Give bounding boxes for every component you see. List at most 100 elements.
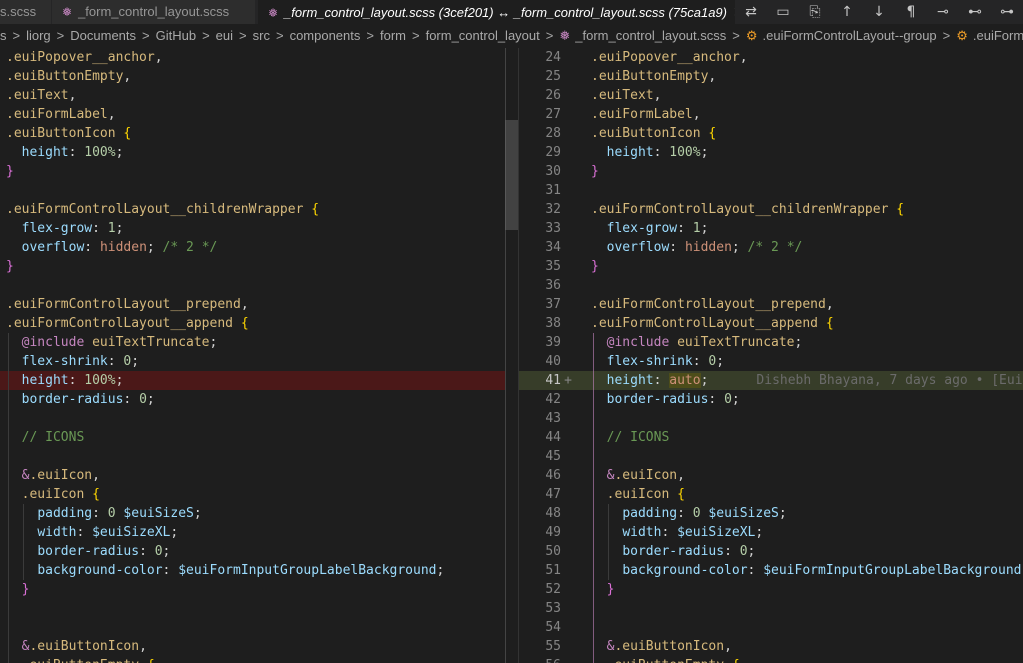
code-line[interactable]: .euiIcon { (0, 485, 505, 504)
open-file-icon[interactable]: ▭ (767, 0, 799, 24)
code-line[interactable] (0, 276, 505, 295)
code-line[interactable]: 28 .euiButtonIcon { (519, 124, 1023, 143)
breadcrumb-item[interactable]: eui (216, 28, 233, 43)
open-changes-icon[interactable]: ⎘ (799, 0, 831, 24)
diff-original-editor[interactable]: .euiPopover__anchor, .euiButtonEmpty, .eui… (0, 48, 505, 663)
deleted-code-line[interactable]: height: 100%; (0, 371, 505, 390)
breadcrumb-item[interactable]: src (253, 28, 270, 43)
code-line[interactable]: .euiButtonEmpty, (0, 67, 505, 86)
breadcrumb-item[interactable]: form_control_layout (426, 28, 540, 43)
code-line[interactable] (0, 181, 505, 200)
code-line[interactable]: @include euiTextTruncate; (0, 333, 505, 352)
breadcrumb-item[interactable]: s (0, 28, 7, 43)
code-line[interactable]: 26 .euiText, (519, 86, 1023, 105)
code-line[interactable]: 40 flex-shrink: 0; (519, 352, 1023, 371)
code-line[interactable]: // ICONS (0, 428, 505, 447)
breadcrumb-item[interactable]: .euiFormCont (973, 28, 1023, 43)
code-line[interactable]: .euiText, (0, 86, 505, 105)
diff-modified-editor[interactable]: 24 .euiPopover__anchor, 25 .euiButtonEmpty,… (519, 48, 1023, 663)
code-line[interactable]: border-radius: 0; (0, 390, 505, 409)
code-line[interactable]: 29 height: 100%; (519, 143, 1023, 162)
git-commit-icon[interactable]: ⊸ (927, 0, 959, 24)
code-line[interactable] (0, 599, 505, 618)
code-line[interactable]: 56 .euiButtonEmpty { (519, 656, 1023, 663)
code-text: .euiButtonEmpty, (6, 69, 132, 84)
breadcrumb-item[interactable]: components (290, 28, 361, 43)
code-line[interactable]: 37 .euiFormControlLayout__prepend, (519, 295, 1023, 314)
code-line[interactable]: 50 border-radius: 0; (519, 542, 1023, 561)
code-line[interactable]: 42 border-radius: 0; (519, 390, 1023, 409)
code-line[interactable]: padding: 0 $euiSizeS; (0, 504, 505, 523)
code-line[interactable]: 45 (519, 447, 1023, 466)
code-line[interactable] (0, 447, 505, 466)
code-line[interactable]: 39 @include euiTextTruncate; (519, 333, 1023, 352)
code-line[interactable]: 24 .euiPopover__anchor, (519, 48, 1023, 67)
code-line[interactable]: 36 (519, 276, 1023, 295)
code-line[interactable]: .euiFormControlLayout__append { (0, 314, 505, 333)
code-line[interactable]: .euiFormLabel, (0, 105, 505, 124)
code-line[interactable]: 27 .euiFormLabel, (519, 105, 1023, 124)
code-line[interactable]: 33 flex-grow: 1; (519, 219, 1023, 238)
code-line[interactable]: .euiButtonIcon { (0, 124, 505, 143)
breadcrumb-item[interactable]: liorg (26, 28, 51, 43)
git-compare-icon[interactable]: ⇄ (735, 0, 767, 24)
line-number: 41 (545, 373, 561, 388)
code-line[interactable]: 44 // ICONS (519, 428, 1023, 447)
code-line[interactable]: 30} (519, 162, 1023, 181)
code-text: border-radius: 0; (622, 544, 756, 559)
code-line[interactable]: 43 (519, 409, 1023, 428)
code-line[interactable]: height: 100%; (0, 143, 505, 162)
code-line[interactable]: flex-shrink: 0; (0, 352, 505, 371)
breadcrumb-item[interactable]: Documents (70, 28, 136, 43)
code-line[interactable]: 46 &.euiIcon, (519, 466, 1023, 485)
code-line[interactable]: 51 background-color: $euiFormInputGroupL… (519, 561, 1023, 580)
code-line[interactable] (0, 409, 505, 428)
code-line[interactable]: &.euiIcon, (0, 466, 505, 485)
code-line[interactable]: .euiPopover__anchor, (0, 48, 505, 67)
code-line[interactable]: } (0, 162, 505, 181)
line-number: 47 (545, 487, 561, 502)
breadcrumb-item[interactable]: _form_control_layout.scss (575, 28, 726, 43)
code-text: .euiButtonEmpty { (591, 656, 740, 663)
code-line[interactable]: 52 } (519, 580, 1023, 599)
code-line[interactable]: 25 .euiButtonEmpty, (519, 67, 1023, 86)
code-line[interactable]: 47 .euiIcon { (519, 485, 1023, 504)
code-line[interactable]: 53 (519, 599, 1023, 618)
code-line[interactable]: 32 .euiFormControlLayout__childrenWrapper… (519, 200, 1023, 219)
line-number: 44 (545, 430, 561, 445)
code-line[interactable]: 35} (519, 257, 1023, 276)
arrow-down-icon[interactable]: ↓ (863, 0, 895, 24)
code-line[interactable]: .euiFormControlLayout__childrenWrapper { (0, 200, 505, 219)
code-line[interactable]: background-color: $euiFormInputGroupLabe… (0, 561, 505, 580)
scrollbar-thumb[interactable] (505, 120, 518, 230)
breadcrumb-item[interactable]: .euiFormControlLayout--group (763, 28, 937, 43)
breadcrumb-item[interactable]: GitHub (156, 28, 196, 43)
code-line[interactable]: 54 (519, 618, 1023, 637)
code-line[interactable]: 38 .euiFormControlLayout__append { (519, 314, 1023, 333)
code-line[interactable]: } (0, 580, 505, 599)
code-line[interactable]: 49 width: $euiSizeXL; (519, 523, 1023, 542)
code-line[interactable]: overflow: hidden; /* 2 */ (0, 238, 505, 257)
code-line[interactable]: 31 (519, 181, 1023, 200)
code-text: .euiButtonEmpty, (591, 69, 717, 84)
tab-form-control-layout[interactable]: ❅ _form_control_layout.scss (52, 0, 256, 24)
code-line[interactable]: border-radius: 0; (0, 542, 505, 561)
git-commit-2-icon[interactable]: ⊷ (959, 0, 991, 24)
arrow-up-icon[interactable]: ↑ (831, 0, 863, 24)
code-line[interactable]: } (0, 257, 505, 276)
code-line[interactable]: flex-grow: 1; (0, 219, 505, 238)
code-line[interactable]: .euiFormControlLayout__prepend, (0, 295, 505, 314)
code-line[interactable]: .euiButtonEmpty { (0, 656, 505, 663)
code-line[interactable]: width: $euiSizeXL; (0, 523, 505, 542)
code-line[interactable]: 48 padding: 0 $euiSizeS; (519, 504, 1023, 523)
code-line[interactable]: &.euiButtonIcon, (0, 637, 505, 656)
code-line[interactable]: 55 &.euiButtonIcon, (519, 637, 1023, 656)
code-line[interactable] (0, 618, 505, 637)
code-line[interactable]: 34 overflow: hidden; /* 2 */ (519, 238, 1023, 257)
tab-diff-view[interactable]: ❅ _form_control_layout.scss (3cef201) ↔ _… (258, 0, 738, 24)
breadcrumb-item[interactable]: form (380, 28, 406, 43)
tab-scss-file[interactable]: s.scss (0, 0, 52, 24)
git-commit-3-icon[interactable]: ⊶ (991, 0, 1023, 24)
added-code-line[interactable]: 41 + height: auto; Dishebh Bhayana, 7 days… (519, 371, 1023, 390)
pilcrow-icon[interactable]: ¶ (895, 0, 927, 24)
